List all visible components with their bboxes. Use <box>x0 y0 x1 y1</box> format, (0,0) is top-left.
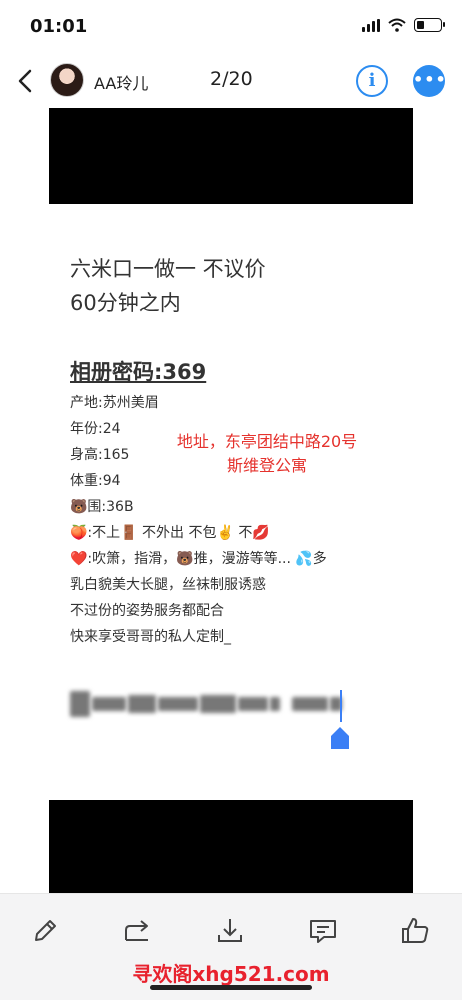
info-button[interactable]: i <box>356 65 388 97</box>
redacted-image-top <box>49 108 413 204</box>
address-line-2: 斯维登公寓 <box>226 456 307 475</box>
blurred-text <box>70 688 342 720</box>
text-cursor <box>340 690 342 722</box>
battery-icon <box>414 18 445 32</box>
redacted-image-bottom <box>49 800 413 896</box>
cellular-signal-icon <box>362 18 380 32</box>
address-note: 地址，东亭团结中路20号 斯维登公寓 <box>152 430 382 478</box>
post-headline: 六米口一做一 不议价 60分钟之内 <box>70 252 400 320</box>
back-arrow-icon[interactable] <box>14 67 38 95</box>
detail-line: 🐻围:36B <box>70 499 134 515</box>
post-details: 产地:苏州美眉 年份:24 身高:165 体重:94 🐻围:36B 🍑:不上🚪 … <box>70 390 400 650</box>
detail-line: 产地:苏州美眉 <box>70 395 159 411</box>
headline-line-1: 六米口一做一 不议价 <box>70 257 266 281</box>
detail-line: 不过份的姿势服务都配合 <box>70 603 224 619</box>
detail-line: 乳白貌美大长腿，丝袜制服诱惑 <box>70 577 266 593</box>
status-icons <box>362 18 445 32</box>
download-icon[interactable] <box>213 914 247 948</box>
password-text: 相册密码:369 <box>70 360 207 384</box>
home-indicator[interactable] <box>150 985 312 990</box>
thumbs-up-icon[interactable] <box>398 914 432 948</box>
watermark-text: 寻欢阁xhg521.com <box>132 962 330 986</box>
avatar[interactable] <box>50 63 84 97</box>
username[interactable]: AA玲儿 <box>94 70 148 94</box>
pencil-icon[interactable] <box>28 914 62 948</box>
status-bar: 01:01 <box>0 0 462 50</box>
address-line-1: 地址，东亭团结中路20号 <box>176 432 358 451</box>
page-counter: 2/20 <box>210 68 253 90</box>
detail-line: 快来享受哥哥的私人定制_ <box>70 629 231 645</box>
selection-handle-icon[interactable] <box>330 726 350 750</box>
more-button[interactable]: ••• <box>413 65 446 97</box>
headline-line-2: 60分钟之内 <box>70 291 181 315</box>
share-icon[interactable] <box>120 914 154 948</box>
nav-bar: AA玲儿 2/20 i ••• <box>0 55 462 107</box>
detail-line: 🍑:不上🚪 不外出 不包✌️ 不💋 <box>70 525 270 541</box>
detail-line: ❤️:吹箫，指滑，🐻推，漫游等等... 💦多 <box>70 551 327 567</box>
album-password: 相册密码:369 <box>70 356 400 386</box>
wifi-icon <box>388 18 406 32</box>
status-time: 01:01 <box>30 16 88 37</box>
comment-icon[interactable] <box>306 914 340 948</box>
